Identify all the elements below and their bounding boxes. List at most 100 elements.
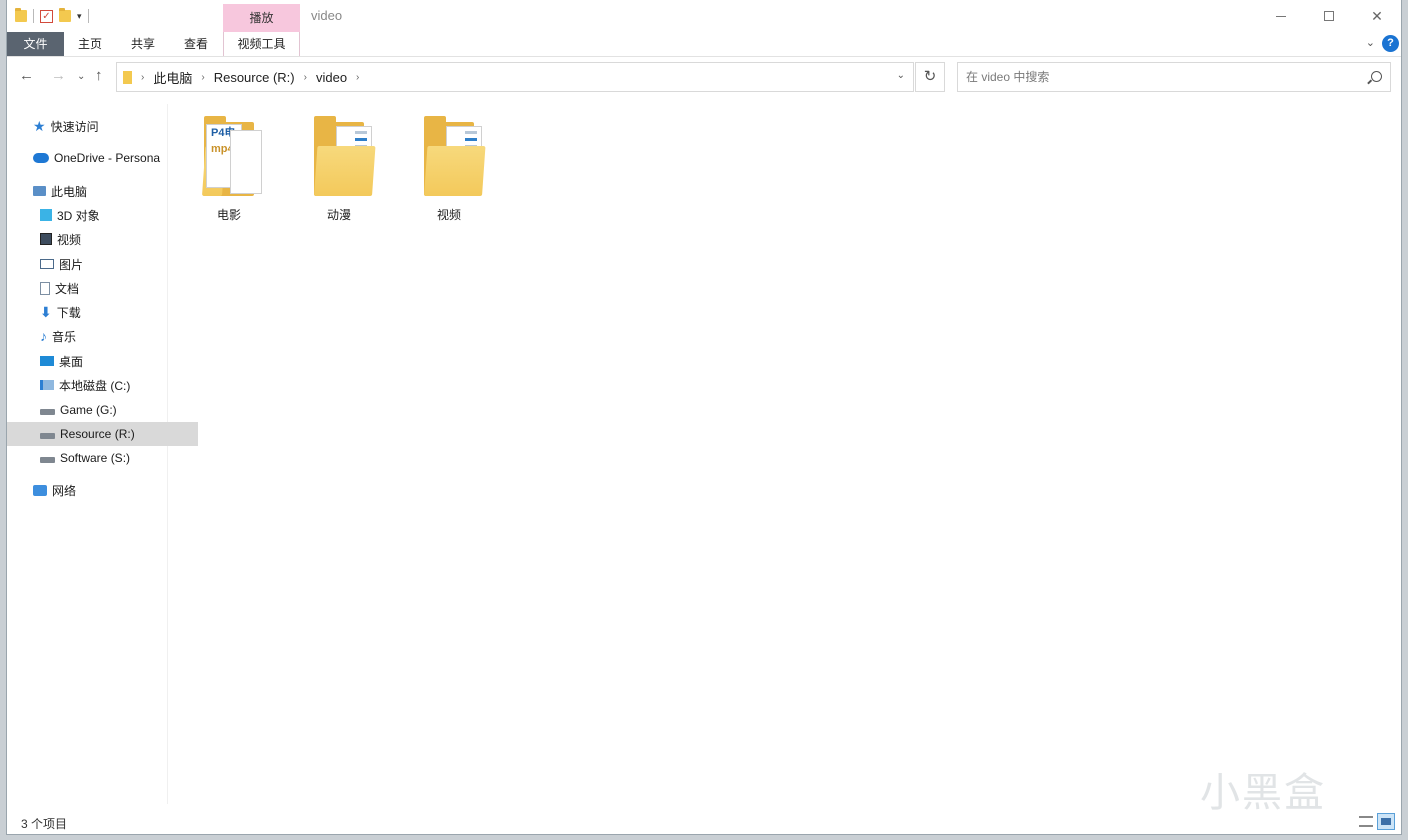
sidebar-item-label: 此电脑 (51, 184, 88, 199)
sidebar-item-label: Resource (R:) (60, 427, 135, 441)
properties-icon[interactable]: ✓ (40, 9, 53, 23)
title-bar: ✓ ▾ 播放 video ✕ (7, 0, 1401, 32)
refresh-icon: ↻ (923, 68, 937, 85)
chevron-right-icon[interactable]: › (201, 72, 204, 83)
divider (33, 9, 34, 23)
folder-icon (314, 116, 376, 196)
sidebar-item-pictures[interactable]: 图片 (7, 252, 198, 276)
folder-icon[interactable] (15, 8, 27, 22)
chevron-down-icon[interactable]: ⌄ (897, 70, 905, 81)
maximize-button[interactable] (1305, 0, 1353, 32)
address-bar[interactable]: › 此电脑 › Resource (R:) › video › ⌄ (116, 62, 914, 92)
download-arrow-icon: ⬇ (40, 303, 52, 320)
sidebar-item-label: 桌面 (59, 354, 84, 369)
tab-view[interactable]: 查看 (171, 32, 221, 56)
network-icon (33, 484, 47, 496)
sidebar-item-music[interactable]: ♪ 音乐 (7, 324, 198, 348)
folder-icon: P4电 mp4.c (202, 116, 266, 196)
tab-video-tools[interactable]: 视频工具 (223, 32, 300, 56)
sidebar-item-downloads[interactable]: ⬇ 下载 (7, 300, 198, 324)
expand-ribbon-icon[interactable]: ⌄ (1366, 36, 1375, 49)
drive-icon (40, 457, 55, 463)
minimize-button[interactable] (1257, 0, 1305, 32)
windows-drive-icon (40, 380, 54, 390)
help-icon[interactable]: ? (1382, 35, 1399, 52)
sidebar-item-3d-objects[interactable]: 3D 对象 (7, 203, 198, 227)
sidebar-item-drive-r[interactable]: Resource (R:) (7, 422, 198, 446)
back-arrow-icon[interactable]: ← (19, 67, 34, 84)
sidebar-item-label: 文档 (55, 281, 80, 296)
close-icon: ✕ (1371, 7, 1383, 24)
close-button[interactable]: ✕ (1353, 0, 1401, 32)
explorer-window: ✓ ▾ 播放 video ✕ 文件 主页 共享 查看 视频工具 ⌄ ? ← → … (7, 0, 1401, 834)
cube-icon (40, 209, 52, 221)
quick-access-toolbar: ✓ ▾ (15, 6, 89, 26)
folder-name: 电影 (216, 208, 241, 222)
music-note-icon: ♪ (40, 328, 47, 344)
context-tab-play: 播放 (223, 4, 300, 32)
sidebar-item-quick-access[interactable]: ★ 快速访问 (7, 114, 191, 138)
refresh-button[interactable]: ↻ (915, 62, 945, 92)
maximize-icon (1324, 11, 1334, 21)
folder-item-anime[interactable]: 动漫 (293, 112, 385, 222)
sidebar-item-label: 音乐 (52, 329, 77, 344)
computer-icon (33, 186, 46, 196)
details-view-icon[interactable] (1359, 816, 1373, 827)
breadcrumb-resource[interactable]: Resource (R:) (214, 70, 295, 85)
chevron-right-icon[interactable]: › (304, 72, 307, 83)
document-icon (40, 281, 50, 295)
folder-item-videos[interactable]: 视频 (403, 112, 495, 222)
sidebar-item-label: 网络 (52, 483, 77, 498)
sidebar-item-videos[interactable]: 视频 (7, 227, 198, 251)
folder-icon (123, 70, 132, 84)
sidebar-item-label: Software (S:) (60, 451, 131, 465)
sidebar-item-network[interactable]: 网络 (7, 478, 191, 502)
picture-icon (40, 259, 54, 269)
sidebar-item-label: OneDrive - Persona (54, 151, 161, 165)
chevron-right-icon[interactable]: › (141, 72, 144, 83)
folder-item-movies[interactable]: P4电 mp4.c 电影 (183, 112, 275, 222)
minimize-icon (1276, 15, 1286, 17)
sidebar-item-drive-s[interactable]: Software (S:) (7, 446, 198, 470)
tab-file[interactable]: 文件 (7, 32, 64, 56)
search-box[interactable] (957, 62, 1391, 92)
sidebar-item-label: 下载 (56, 305, 81, 320)
breadcrumb-this-pc[interactable]: 此电脑 (153, 68, 192, 87)
window-controls: ✕ (1257, 0, 1401, 32)
customize-toolbar-icon[interactable]: ▾ (77, 11, 82, 22)
up-arrow-icon[interactable]: ↑ (95, 67, 103, 84)
sidebar-item-label: 快速访问 (50, 119, 99, 134)
new-folder-icon[interactable] (59, 8, 71, 22)
sidebar-item-drive-c[interactable]: 本地磁盘 (C:) (7, 373, 198, 397)
film-icon (40, 233, 52, 245)
window-title: video (311, 8, 343, 23)
ribbon-tabs: 文件 主页 共享 查看 视频工具 ⌄ ? (7, 32, 1401, 57)
recent-locations-icon[interactable]: ⌄ (77, 71, 85, 82)
search-icon[interactable] (1371, 71, 1382, 82)
sidebar-item-label: 本地磁盘 (C:) (59, 378, 131, 393)
sidebar-item-desktop[interactable]: 桌面 (7, 349, 198, 373)
sidebar-item-this-pc[interactable]: 此电脑 (7, 179, 191, 203)
status-bar: 3 个项目 (7, 810, 1401, 834)
star-icon: ★ (33, 117, 46, 134)
forward-arrow-icon[interactable]: → (51, 67, 66, 84)
search-input[interactable] (964, 69, 1368, 85)
tab-home[interactable]: 主页 (65, 32, 115, 56)
item-count: 3 个项目 (21, 817, 68, 831)
folder-name: 视频 (436, 208, 461, 222)
drive-icon (40, 433, 55, 439)
chevron-right-icon[interactable]: › (356, 72, 359, 83)
folder-name: 动漫 (326, 208, 351, 222)
desktop-icon (40, 356, 54, 366)
sidebar-item-drive-g[interactable]: Game (G:) (7, 398, 198, 422)
drive-icon (40, 409, 55, 415)
large-icons-view-icon[interactable] (1377, 813, 1395, 830)
sidebar-item-label: 图片 (59, 257, 84, 272)
sidebar-item-documents[interactable]: 文档 (7, 276, 198, 300)
breadcrumb-video[interactable]: video (316, 70, 347, 85)
sidebar-item-onedrive[interactable]: OneDrive - Persona (7, 146, 191, 170)
tab-share[interactable]: 共享 (118, 32, 168, 56)
divider (87, 9, 89, 23)
address-row: ← → ⌄ ↑ › 此电脑 › Resource (R:) › video › … (7, 60, 1401, 94)
folder-icon (424, 116, 486, 196)
